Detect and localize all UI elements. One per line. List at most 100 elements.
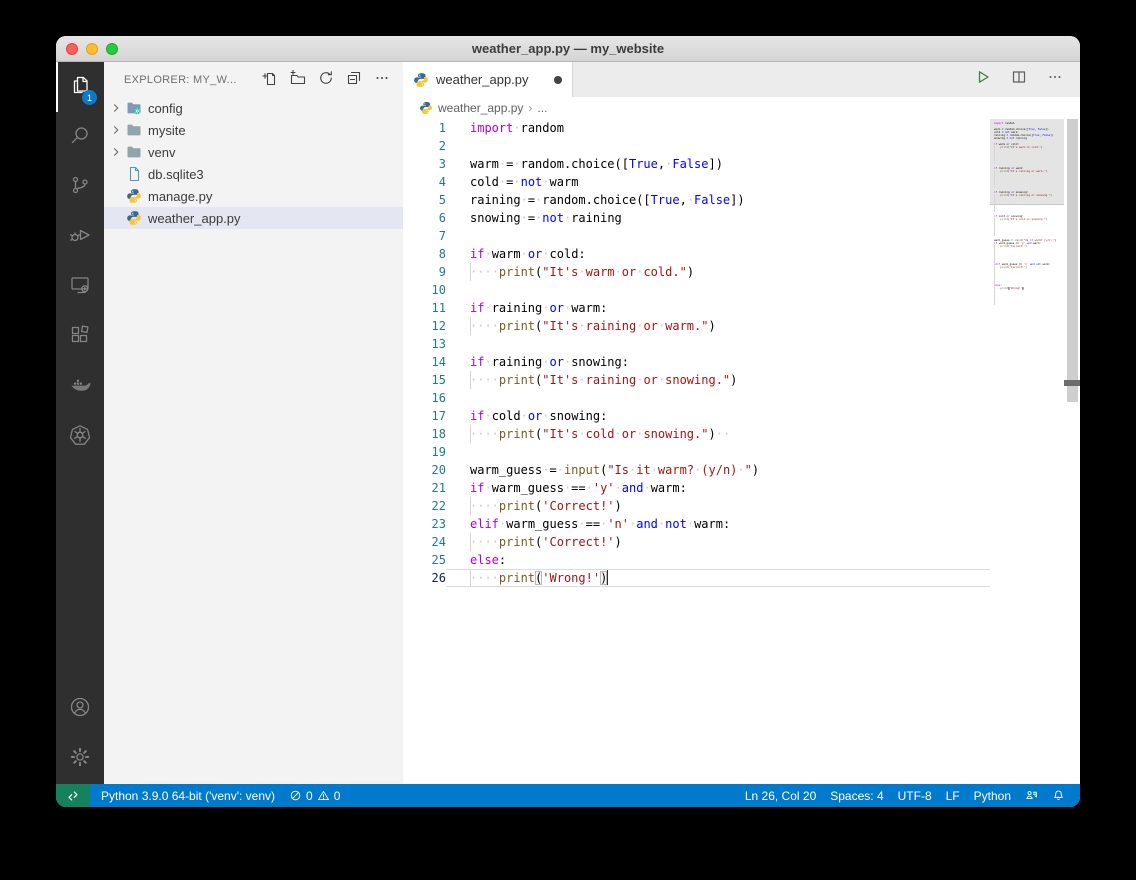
python-icon <box>126 210 142 226</box>
tree-item-weather_app.py[interactable]: weather_app.py <box>104 207 403 229</box>
activity-item-explorer[interactable]: 1 <box>56 62 104 112</box>
refresh-button[interactable] <box>315 69 337 91</box>
code-line-2[interactable]: 2 <box>403 137 990 155</box>
code-line-23[interactable]: 23elif·warm_guess·==·'n'·and·not·warm: <box>403 515 990 533</box>
code-line-9[interactable]: 9····print("It's·warm·or·cold.") <box>403 263 990 281</box>
code-line-19[interactable]: 19 <box>403 443 990 461</box>
run-python-file-button[interactable] <box>972 69 994 91</box>
code-line-4[interactable]: 4cold·=·not·warm <box>403 173 990 191</box>
new-file-button[interactable] <box>259 69 281 91</box>
activity-item-docker[interactable] <box>56 362 104 412</box>
code-line-16[interactable]: 16 <box>403 389 990 407</box>
remote-icon <box>66 789 80 803</box>
code-line-22[interactable]: 22····print('Correct!') <box>403 497 990 515</box>
feedback-button[interactable] <box>1018 789 1045 802</box>
file-tree: configmysite venv db.sqlite3 manage.pyweath… <box>104 97 403 229</box>
folder-icon <box>126 122 142 138</box>
line-number: 10 <box>403 281 446 299</box>
error-count: 0 <box>306 789 313 803</box>
code-line-17[interactable]: 17if·cold·or·snowing: <box>403 407 990 425</box>
line-number: 25 <box>403 551 446 569</box>
tree-item-label: venv <box>148 145 175 160</box>
tree-item-venv[interactable]: venv <box>104 141 403 163</box>
tree-item-config[interactable]: config <box>104 97 403 119</box>
language-mode-status[interactable]: Python <box>967 789 1018 803</box>
tree-item-label: db.sqlite3 <box>148 167 204 182</box>
breadcrumb: weather_app.py › ... <box>403 97 1080 119</box>
warning-icon <box>317 789 330 802</box>
refresh-icon <box>318 70 334 89</box>
extensions-icon <box>68 323 92 352</box>
tree-indent <box>108 166 124 182</box>
split-editor-button[interactable] <box>1008 69 1030 91</box>
python-interpreter-status[interactable]: Python 3.9.0 64-bit ('venv': venv) <box>94 789 282 803</box>
line-number: 9 <box>403 263 446 281</box>
line-number: 1 <box>403 119 446 137</box>
problems-status[interactable]: 0 0 <box>282 789 347 803</box>
code-line-5[interactable]: 5raining·=·random.choice([True,·False]) <box>403 191 990 209</box>
indentation-label: Spaces: 4 <box>830 789 883 803</box>
more-actions-button[interactable] <box>371 69 393 91</box>
close-button[interactable] <box>66 43 78 55</box>
notifications-button[interactable] <box>1045 789 1072 802</box>
activity-item-accounts[interactable] <box>56 684 104 734</box>
code-line-21[interactable]: 21if·warm_guess·==·'y'·and·warm: <box>403 479 990 497</box>
breadcrumb-more[interactable]: ... <box>537 101 547 115</box>
file-db-icon <box>126 166 142 182</box>
code-line-12[interactable]: 12····print("It's·raining·or·warm.") <box>403 317 990 335</box>
line-number: 7 <box>403 227 446 245</box>
minimize-button[interactable] <box>86 43 98 55</box>
code-line-10[interactable]: 10 <box>403 281 990 299</box>
new-folder-button[interactable] <box>287 69 309 91</box>
indentation-status[interactable]: Spaces: 4 <box>823 789 890 803</box>
code-line-11[interactable]: 11if·raining·or·warm: <box>403 299 990 317</box>
line-number: 6 <box>403 209 446 227</box>
code-line-6[interactable]: 6snowing·=·not·raining <box>403 209 990 227</box>
breadcrumb-file[interactable]: weather_app.py <box>438 101 523 115</box>
code-editor[interactable]: 1import·random23warm·=·random.choice([Tr… <box>403 119 1080 784</box>
scrollbar-slider[interactable] <box>1067 119 1078 402</box>
explorer-title: EXPLORER: MY_W... <box>124 74 259 86</box>
code-line-15[interactable]: 15····print("It's·raining·or·snowing.") <box>403 371 990 389</box>
activity-item-search[interactable] <box>56 112 104 162</box>
activity-item-run-debug[interactable] <box>56 212 104 262</box>
kubernetes-icon <box>68 423 92 452</box>
activity-item-remote-explorer[interactable] <box>56 262 104 312</box>
activity-item-settings[interactable] <box>56 734 104 784</box>
zoom-button[interactable] <box>106 43 118 55</box>
cursor-position-status[interactable]: Ln 26, Col 20 <box>738 789 823 803</box>
code-line-18[interactable]: 18····print("It's·cold·or·snowing.")·· <box>403 425 990 443</box>
folder-config-icon <box>126 100 142 116</box>
code-line-20[interactable]: 20warm_guess·=·input("Is·it·warm?·(y/n)·… <box>403 461 990 479</box>
encoding-status[interactable]: UTF-8 <box>891 789 939 803</box>
code-line-26[interactable]: 26····print('Wrong!') <box>403 569 990 587</box>
cursor-position-label: Ln 26, Col 20 <box>745 789 816 803</box>
tree-item-db.sqlite3[interactable]: db.sqlite3 <box>104 163 403 185</box>
tree-item-mysite[interactable]: mysite <box>104 119 403 141</box>
activity-item-kubernetes[interactable] <box>56 412 104 462</box>
code-line-1[interactable]: 1import·random <box>403 119 990 137</box>
code-line-24[interactable]: 24····print('Correct!') <box>403 533 990 551</box>
line-number: 17 <box>403 407 446 425</box>
more-actions-button[interactable] <box>1044 69 1066 91</box>
run-debug-icon <box>68 223 92 252</box>
line-number: 14 <box>403 353 446 371</box>
tree-item-manage.py[interactable]: manage.py <box>104 185 403 207</box>
line-number: 23 <box>403 515 446 533</box>
tab-weather-app[interactable]: weather_app.py <box>403 62 573 97</box>
dirty-indicator-icon[interactable] <box>554 76 562 84</box>
split-icon <box>1011 69 1027 90</box>
code-line-25[interactable]: 25else: <box>403 551 990 569</box>
code-line-7[interactable]: 7 <box>403 227 990 245</box>
code-line-3[interactable]: 3warm·=·random.choice([True,·False]) <box>403 155 990 173</box>
code-line-8[interactable]: 8if·warm·or·cold: <box>403 245 990 263</box>
remote-indicator[interactable] <box>56 784 90 807</box>
minimap[interactable]: import·random warm·=·random.choice([True… <box>990 119 1064 784</box>
code-line-13[interactable]: 13 <box>403 335 990 353</box>
eol-status[interactable]: LF <box>939 789 967 803</box>
activity-item-source-control[interactable] <box>56 162 104 212</box>
code-line-14[interactable]: 14if·raining·or·snowing: <box>403 353 990 371</box>
collapse-all-button[interactable] <box>343 69 365 91</box>
activity-item-extensions[interactable] <box>56 312 104 362</box>
line-number: 15 <box>403 371 446 389</box>
